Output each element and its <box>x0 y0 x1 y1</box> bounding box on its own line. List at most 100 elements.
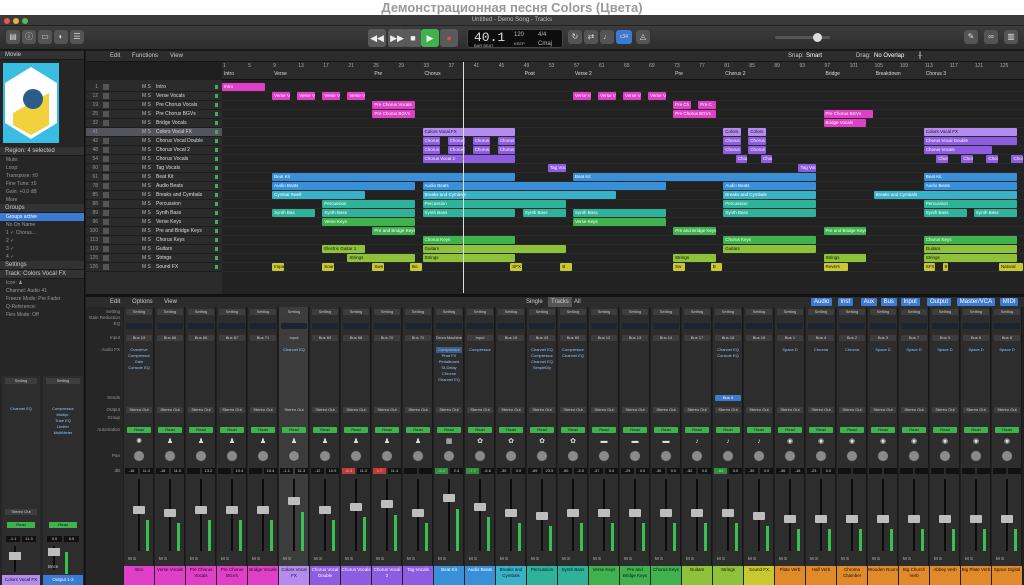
pan-knob[interactable] <box>319 450 331 462</box>
strip1-plugin[interactable]: Channel EQ <box>5 406 37 412</box>
movie-header[interactable]: Movie <box>0 51 84 60</box>
mute-solo-buttons[interactable]: M S <box>128 556 136 561</box>
output-slot[interactable]: Stereo Out <box>932 407 958 413</box>
region[interactable]: Verse Voc <box>648 92 666 100</box>
channel-name[interactable]: Strings <box>713 566 743 585</box>
automation-mode[interactable]: Read <box>251 427 275 433</box>
mixer-icon[interactable]: ☰ <box>70 30 84 44</box>
input-slot[interactable]: Bus 66 <box>188 335 214 341</box>
mute-solo-buttons[interactable]: M S <box>142 119 151 127</box>
pan-knob[interactable] <box>598 450 610 462</box>
input-slot[interactable]: Bus 12 <box>591 335 617 341</box>
setting-button[interactable]: Setting <box>374 309 400 315</box>
channel-name[interactable]: Big Plate Verb <box>961 566 991 585</box>
strip2-plugin[interactable]: MultiMeter <box>46 430 80 436</box>
input-slot[interactable]: Bus 4 <box>808 335 834 341</box>
region[interactable]: Chor <box>1011 155 1023 163</box>
input-slot[interactable]: Bus 8 <box>994 335 1020 341</box>
region[interactable]: Chorus Vocal Double <box>923 137 1017 145</box>
input-slot[interactable]: Bus 17 <box>684 335 710 341</box>
arrangement-marker[interactable]: Intro <box>224 71 234 77</box>
channel-name[interactable]: Chorus Keys <box>651 566 681 585</box>
pan-knob[interactable] <box>505 450 517 462</box>
track-on-indicator[interactable] <box>215 256 218 260</box>
channel-name[interactable]: Verse Keys <box>589 566 619 585</box>
region[interactable]: Chorus Vocal 2 <box>422 155 516 163</box>
track-name[interactable]: Chorus Vocal 2 <box>156 146 190 154</box>
gain-row[interactable]: Gain: +0.0 dB <box>0 188 84 196</box>
single-button[interactable]: Single <box>526 297 543 307</box>
track-header[interactable]: 85 M S Breaks and Cymbals <box>86 191 222 200</box>
audio-fx-slot[interactable]: Space D <box>870 347 896 353</box>
track-name[interactable]: Guitars <box>156 245 172 253</box>
automation-mode[interactable]: Read <box>685 427 709 433</box>
region[interactable]: Chorus <box>748 146 767 154</box>
input-slot[interactable]: Bus 69 <box>312 335 338 341</box>
flex-row[interactable]: Flex Mode: Off <box>0 311 84 319</box>
channel-name[interactable]: Synth Bass <box>558 566 588 585</box>
output-slot[interactable]: Stereo Out <box>684 407 710 413</box>
region[interactable]: Sound <box>322 263 334 271</box>
region[interactable]: Beat Kit <box>272 173 516 181</box>
track-header[interactable]: 113 M S Chorus Keys <box>86 236 222 245</box>
track-lane[interactable] <box>222 227 1024 236</box>
output-slot[interactable]: Stereo Out <box>374 407 400 413</box>
region[interactable]: Beat Kit <box>923 173 1017 181</box>
track-lane[interactable] <box>222 164 1024 173</box>
region[interactable]: Chorus Keys <box>723 236 817 244</box>
mixer-filter-button[interactable]: Audio <box>811 298 833 306</box>
track-on-indicator[interactable] <box>215 193 218 197</box>
track-header[interactable]: 19 M S Pre Chorus Vocals <box>86 101 222 110</box>
setting-button[interactable]: Setting <box>808 309 834 315</box>
automation-mode[interactable]: Read <box>375 427 399 433</box>
eq-thumbnail[interactable] <box>219 323 245 329</box>
mute-solo-buttons[interactable]: M S <box>624 556 632 561</box>
region[interactable]: Chorus Keys <box>422 236 516 244</box>
mute-solo-buttons[interactable]: M S <box>142 263 151 271</box>
pan-knob[interactable] <box>567 450 579 462</box>
region[interactable]: SFX <box>510 263 522 271</box>
browser-icon[interactable]: ▥ <box>1004 30 1018 44</box>
mute-solo-buttons[interactable]: M S <box>934 556 942 561</box>
mixer-filter-button[interactable]: Output <box>927 298 952 306</box>
output-slot[interactable]: Stereo Out <box>219 407 245 413</box>
region[interactable]: Chor <box>986 155 998 163</box>
track-name[interactable]: Chorus Vocals <box>156 155 188 163</box>
pan-knob[interactable] <box>195 450 207 462</box>
setting-button[interactable]: Setting <box>188 309 214 315</box>
region[interactable]: Pre Chorus BGVs <box>372 110 416 118</box>
arrangement-marker[interactable]: Bridge <box>826 71 840 77</box>
waveform-zoom-icon[interactable]: ╫ <box>918 51 922 62</box>
replace-icon[interactable]: ⇄ <box>584 30 598 44</box>
pan-knob[interactable] <box>164 450 176 462</box>
region[interactable]: Sw <box>673 263 685 271</box>
master-volume-knob[interactable] <box>813 33 822 42</box>
pan-knob[interactable] <box>257 450 269 462</box>
volume-fader[interactable] <box>629 509 641 517</box>
functions-menu[interactable]: Functions <box>132 51 158 62</box>
output-slot[interactable]: Stereo Out <box>281 407 307 413</box>
region[interactable]: Chorus <box>748 137 767 145</box>
region[interactable]: Breaks and Cymbals <box>873 191 1017 199</box>
input-slot[interactable]: Bus 65 <box>560 335 586 341</box>
region[interactable]: Audio Beats <box>923 182 1017 190</box>
all-button[interactable]: All <box>574 297 581 307</box>
cpu-meter[interactable]: c34 <box>616 30 632 44</box>
mute-solo-buttons[interactable]: M S <box>655 556 663 561</box>
automation-mode[interactable]: Read <box>127 427 151 433</box>
channel-name[interactable]: Plate Verb <box>775 566 805 585</box>
settings-header[interactable]: Settings <box>0 261 84 270</box>
mute-solo-buttons[interactable]: M S <box>142 92 151 100</box>
region[interactable]: B <box>560 263 572 271</box>
channel-name[interactable]: Chorus Vocals <box>341 566 371 585</box>
channel-name[interactable]: Pre Chorus BGVs <box>217 566 247 585</box>
setting-button[interactable]: Setting <box>250 309 276 315</box>
pan-knob[interactable] <box>381 450 393 462</box>
tuner-icon[interactable]: ♩ <box>600 30 614 44</box>
volume-fader[interactable] <box>939 515 951 523</box>
volume-fader[interactable] <box>722 509 734 517</box>
eq-thumbnail[interactable] <box>436 323 462 329</box>
eq-thumbnail[interactable] <box>839 323 865 329</box>
setting-button[interactable]: Setting <box>126 309 152 315</box>
setting-button[interactable]: Setting <box>343 309 369 315</box>
